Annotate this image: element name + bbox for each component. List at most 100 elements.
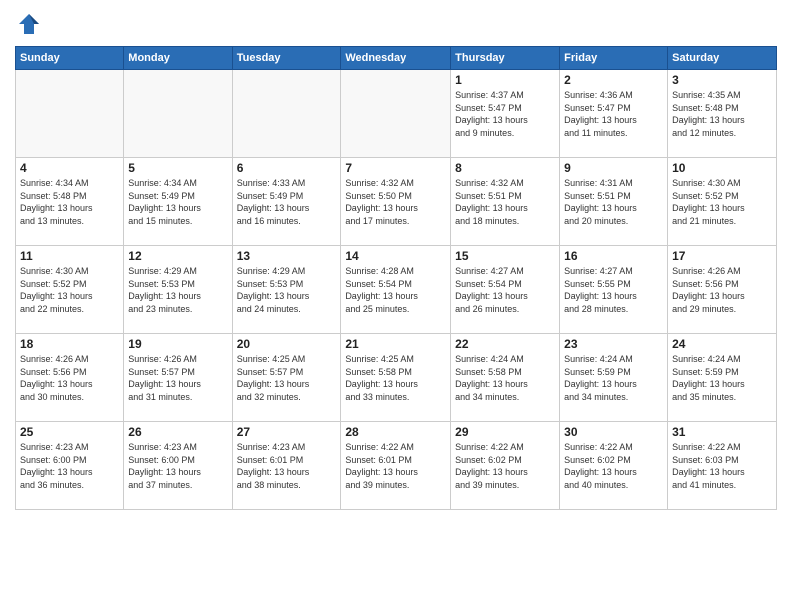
header xyxy=(15,10,777,38)
day-number: 8 xyxy=(455,161,555,175)
day-cell: 31 Sunrise: 4:22 AMSunset: 6:03 PMDayligh… xyxy=(668,422,777,510)
weekday-wednesday: Wednesday xyxy=(341,47,451,70)
day-cell: 5 Sunrise: 4:34 AMSunset: 5:49 PMDaylight… xyxy=(124,158,232,246)
day-cell: 1Sunrise: 4:37 AMSunset: 5:47 PMDaylight… xyxy=(451,70,560,158)
day-cell: 8 Sunrise: 4:32 AMSunset: 5:51 PMDaylight… xyxy=(451,158,560,246)
day-number: 22 xyxy=(455,337,555,351)
day-info: Sunrise: 4:32 AMSunset: 5:50 PMDaylight:… xyxy=(345,177,446,227)
day-info: Sunrise: 4:23 AMSunset: 6:00 PMDaylight:… xyxy=(128,441,227,491)
day-info: Sunrise: 4:34 AMSunset: 5:48 PMDaylight:… xyxy=(20,177,119,227)
day-info: Sunrise: 4:33 AMSunset: 5:49 PMDaylight:… xyxy=(237,177,337,227)
day-info: Sunrise: 4:34 AMSunset: 5:49 PMDaylight:… xyxy=(128,177,227,227)
weekday-saturday: Saturday xyxy=(668,47,777,70)
day-cell: 19 Sunrise: 4:26 AMSunset: 5:57 PMDayligh… xyxy=(124,334,232,422)
day-number: 18 xyxy=(20,337,119,351)
day-number: 4 xyxy=(20,161,119,175)
day-cell: 27 Sunrise: 4:23 AMSunset: 6:01 PMDayligh… xyxy=(232,422,341,510)
day-number: 12 xyxy=(128,249,227,263)
day-info: Sunrise: 4:30 AMSunset: 5:52 PMDaylight:… xyxy=(20,265,119,315)
day-cell xyxy=(232,70,341,158)
day-cell: 13 Sunrise: 4:29 AMSunset: 5:53 PMDayligh… xyxy=(232,246,341,334)
day-number: 10 xyxy=(672,161,772,175)
day-info: Sunrise: 4:24 AMSunset: 5:59 PMDaylight:… xyxy=(564,353,663,403)
day-number: 26 xyxy=(128,425,227,439)
day-number: 30 xyxy=(564,425,663,439)
day-number: 25 xyxy=(20,425,119,439)
day-number: 9 xyxy=(564,161,663,175)
day-number: 15 xyxy=(455,249,555,263)
day-number: 17 xyxy=(672,249,772,263)
day-number: 5 xyxy=(128,161,227,175)
day-number: 29 xyxy=(455,425,555,439)
day-number: 21 xyxy=(345,337,446,351)
day-info: Sunrise: 4:23 AMSunset: 6:00 PMDaylight:… xyxy=(20,441,119,491)
day-info: Sunrise: 4:22 AMSunset: 6:02 PMDaylight:… xyxy=(564,441,663,491)
day-info: Sunrise: 4:26 AMSunset: 5:57 PMDaylight:… xyxy=(128,353,227,403)
day-cell: 6 Sunrise: 4:33 AMSunset: 5:49 PMDaylight… xyxy=(232,158,341,246)
day-cell: 23 Sunrise: 4:24 AMSunset: 5:59 PMDayligh… xyxy=(560,334,668,422)
calendar-page: SundayMondayTuesdayWednesdayThursdayFrid… xyxy=(0,0,792,612)
weekday-thursday: Thursday xyxy=(451,47,560,70)
day-info: Sunrise: 4:22 AMSunset: 6:01 PMDaylight:… xyxy=(345,441,446,491)
day-number: 19 xyxy=(128,337,227,351)
day-cell: 3Sunrise: 4:35 AMSunset: 5:48 PMDaylight… xyxy=(668,70,777,158)
day-number: 16 xyxy=(564,249,663,263)
day-info: Sunrise: 4:31 AMSunset: 5:51 PMDaylight:… xyxy=(564,177,663,227)
day-number: 27 xyxy=(237,425,337,439)
day-info: Sunrise: 4:25 AMSunset: 5:57 PMDaylight:… xyxy=(237,353,337,403)
day-cell: 30 Sunrise: 4:22 AMSunset: 6:02 PMDayligh… xyxy=(560,422,668,510)
day-cell: 18 Sunrise: 4:26 AMSunset: 5:56 PMDayligh… xyxy=(16,334,124,422)
day-info: Sunrise: 4:22 AMSunset: 6:02 PMDaylight:… xyxy=(455,441,555,491)
day-cell: 11Sunrise: 4:30 AMSunset: 5:52 PMDayligh… xyxy=(16,246,124,334)
day-info: Sunrise: 4:36 AMSunset: 5:47 PMDaylight:… xyxy=(564,89,663,139)
day-cell: 24 Sunrise: 4:24 AMSunset: 5:59 PMDayligh… xyxy=(668,334,777,422)
day-info: Sunrise: 4:27 AMSunset: 5:54 PMDaylight:… xyxy=(455,265,555,315)
day-info: Sunrise: 4:22 AMSunset: 6:03 PMDaylight:… xyxy=(672,441,772,491)
day-cell xyxy=(341,70,451,158)
day-info: Sunrise: 4:27 AMSunset: 5:55 PMDaylight:… xyxy=(564,265,663,315)
day-number: 20 xyxy=(237,337,337,351)
day-cell: 22 Sunrise: 4:24 AMSunset: 5:58 PMDayligh… xyxy=(451,334,560,422)
weekday-header-row: SundayMondayTuesdayWednesdayThursdayFrid… xyxy=(16,47,777,70)
week-row-5: 25 Sunrise: 4:23 AMSunset: 6:00 PMDayligh… xyxy=(16,422,777,510)
weekday-tuesday: Tuesday xyxy=(232,47,341,70)
day-cell: 7Sunrise: 4:32 AMSunset: 5:50 PMDaylight… xyxy=(341,158,451,246)
day-number: 23 xyxy=(564,337,663,351)
day-number: 2 xyxy=(564,73,663,87)
day-number: 1 xyxy=(455,73,555,87)
day-cell: 10Sunrise: 4:30 AMSunset: 5:52 PMDayligh… xyxy=(668,158,777,246)
day-info: Sunrise: 4:32 AMSunset: 5:51 PMDaylight:… xyxy=(455,177,555,227)
week-row-3: 11Sunrise: 4:30 AMSunset: 5:52 PMDayligh… xyxy=(16,246,777,334)
day-number: 6 xyxy=(237,161,337,175)
day-info: Sunrise: 4:25 AMSunset: 5:58 PMDaylight:… xyxy=(345,353,446,403)
day-cell: 26 Sunrise: 4:23 AMSunset: 6:00 PMDayligh… xyxy=(124,422,232,510)
day-number: 28 xyxy=(345,425,446,439)
day-cell: 16 Sunrise: 4:27 AMSunset: 5:55 PMDayligh… xyxy=(560,246,668,334)
day-info: Sunrise: 4:29 AMSunset: 5:53 PMDaylight:… xyxy=(237,265,337,315)
day-cell: 29 Sunrise: 4:22 AMSunset: 6:02 PMDayligh… xyxy=(451,422,560,510)
day-cell: 20 Sunrise: 4:25 AMSunset: 5:57 PMDayligh… xyxy=(232,334,341,422)
day-cell: 12 Sunrise: 4:29 AMSunset: 5:53 PMDayligh… xyxy=(124,246,232,334)
day-info: Sunrise: 4:23 AMSunset: 6:01 PMDaylight:… xyxy=(237,441,337,491)
day-number: 14 xyxy=(345,249,446,263)
day-info: Sunrise: 4:28 AMSunset: 5:54 PMDaylight:… xyxy=(345,265,446,315)
week-row-2: 4 Sunrise: 4:34 AMSunset: 5:48 PMDaylight… xyxy=(16,158,777,246)
day-info: Sunrise: 4:35 AMSunset: 5:48 PMDaylight:… xyxy=(672,89,772,139)
day-cell xyxy=(124,70,232,158)
day-info: Sunrise: 4:24 AMSunset: 5:58 PMDaylight:… xyxy=(455,353,555,403)
day-number: 13 xyxy=(237,249,337,263)
day-cell: 15 Sunrise: 4:27 AMSunset: 5:54 PMDayligh… xyxy=(451,246,560,334)
day-number: 24 xyxy=(672,337,772,351)
day-info: Sunrise: 4:24 AMSunset: 5:59 PMDaylight:… xyxy=(672,353,772,403)
weekday-sunday: Sunday xyxy=(16,47,124,70)
day-cell: 17 Sunrise: 4:26 AMSunset: 5:56 PMDayligh… xyxy=(668,246,777,334)
weekday-monday: Monday xyxy=(124,47,232,70)
day-number: 31 xyxy=(672,425,772,439)
calendar-table: SundayMondayTuesdayWednesdayThursdayFrid… xyxy=(15,46,777,510)
day-cell: 14 Sunrise: 4:28 AMSunset: 5:54 PMDayligh… xyxy=(341,246,451,334)
day-info: Sunrise: 4:29 AMSunset: 5:53 PMDaylight:… xyxy=(128,265,227,315)
day-info: Sunrise: 4:26 AMSunset: 5:56 PMDaylight:… xyxy=(20,353,119,403)
day-info: Sunrise: 4:26 AMSunset: 5:56 PMDaylight:… xyxy=(672,265,772,315)
day-cell: 9 Sunrise: 4:31 AMSunset: 5:51 PMDaylight… xyxy=(560,158,668,246)
day-cell: 25 Sunrise: 4:23 AMSunset: 6:00 PMDayligh… xyxy=(16,422,124,510)
